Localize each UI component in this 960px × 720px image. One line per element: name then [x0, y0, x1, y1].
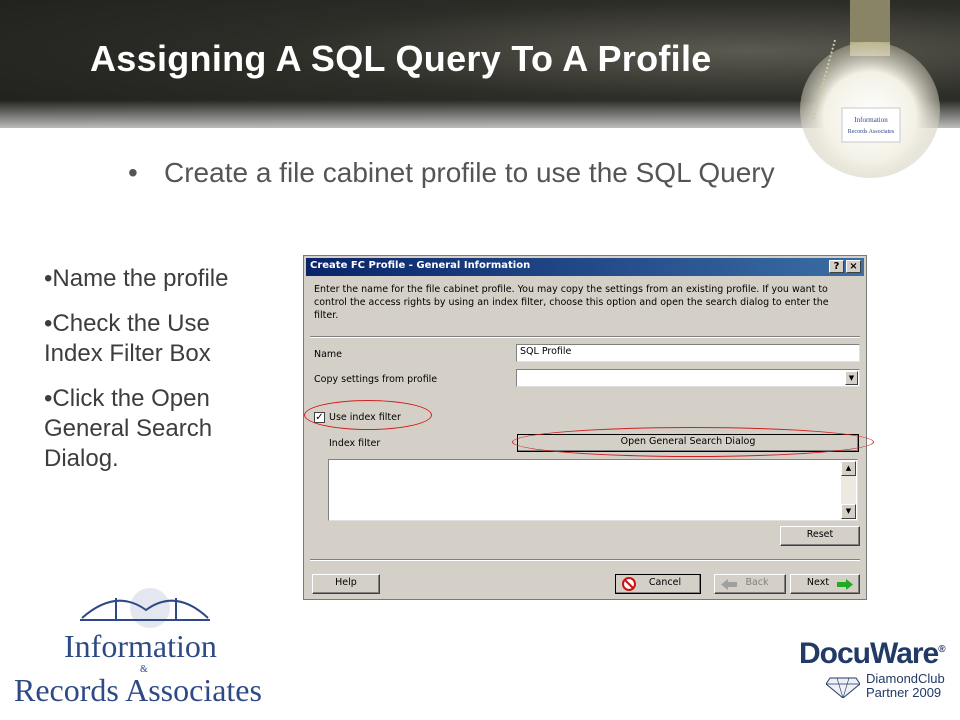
scroll-up-icon[interactable]: ▲ [841, 461, 856, 476]
back-label: Back [745, 577, 769, 588]
index-filter-textarea[interactable]: ▲ ▼ [328, 459, 858, 521]
diamond-icon [826, 677, 860, 698]
copy-settings-select[interactable]: ▼ [516, 369, 860, 387]
docuware-wordmark: DocuWare® [799, 637, 946, 670]
index-filter-label: Index filter [329, 438, 381, 449]
close-icon[interactable]: × [846, 260, 861, 273]
chevron-down-icon[interactable]: ▼ [845, 371, 858, 385]
cancel-label: Cancel [648, 577, 682, 588]
partner-badge: DiamondClub Partner 2009 [866, 672, 945, 700]
cancel-button[interactable]: Cancel [615, 574, 701, 594]
side-bullet-list: •Name the profile •Check the Use Index F… [44, 264, 274, 489]
side-bullet-item: •Name the profile [44, 265, 229, 292]
slide-title: Assigning A SQL Query To A Profile [90, 38, 712, 79]
highlight-ellipse-search-button [512, 427, 874, 457]
reset-button[interactable]: Reset [780, 526, 860, 546]
side-bullet-item: •Click the Open General Search Dialog. [44, 385, 213, 472]
divider [310, 336, 860, 338]
next-label: Next [806, 577, 830, 588]
bridge-icon [80, 588, 210, 628]
back-button[interactable]: Back [714, 574, 786, 594]
name-field[interactable]: SQL Profile [516, 344, 860, 362]
bulb-logo-text-1: Information [854, 116, 888, 124]
help-icon[interactable]: ? [829, 260, 844, 273]
filter-scrollbar[interactable]: ▲ ▼ [841, 461, 856, 519]
next-arrow-icon [837, 579, 853, 590]
scroll-down-icon[interactable]: ▼ [841, 504, 856, 519]
side-bullet-item: •Check the Use Index Filter Box [44, 310, 211, 367]
help-button[interactable]: Help [312, 574, 380, 594]
dialog-title: Create FC Profile - General Information [310, 260, 531, 271]
partner-line1: DiamondClub [866, 671, 945, 686]
dialog-titlebar[interactable]: Create FC Profile - General Information … [306, 258, 864, 276]
ira-logo: Information & Records Associates [12, 584, 280, 714]
ira-logo-line2: Records Associates [14, 672, 262, 708]
bulb-logo-text-2: Records Associates [848, 129, 895, 135]
name-label: Name [314, 349, 343, 360]
ira-logo-line1: Information [64, 628, 217, 664]
highlight-ellipse-checkbox [304, 400, 432, 430]
divider [310, 559, 860, 561]
bulb-mini-logo [841, 107, 901, 143]
next-button[interactable]: Next [790, 574, 860, 594]
dialog-instructions: Enter the name for the file cabinet prof… [314, 284, 829, 321]
bulb-socket [850, 0, 890, 42]
bullet-dot: • [128, 157, 138, 188]
copy-settings-label: Copy settings from profile [314, 374, 438, 385]
back-arrow-icon [721, 579, 737, 590]
cancel-icon [622, 577, 636, 591]
main-bullet-text: Create a file cabinet profile to use the… [164, 157, 775, 188]
partner-line2: Partner 2009 [866, 685, 942, 700]
main-bullet: • Create a file cabinet profile to use t… [128, 154, 878, 192]
